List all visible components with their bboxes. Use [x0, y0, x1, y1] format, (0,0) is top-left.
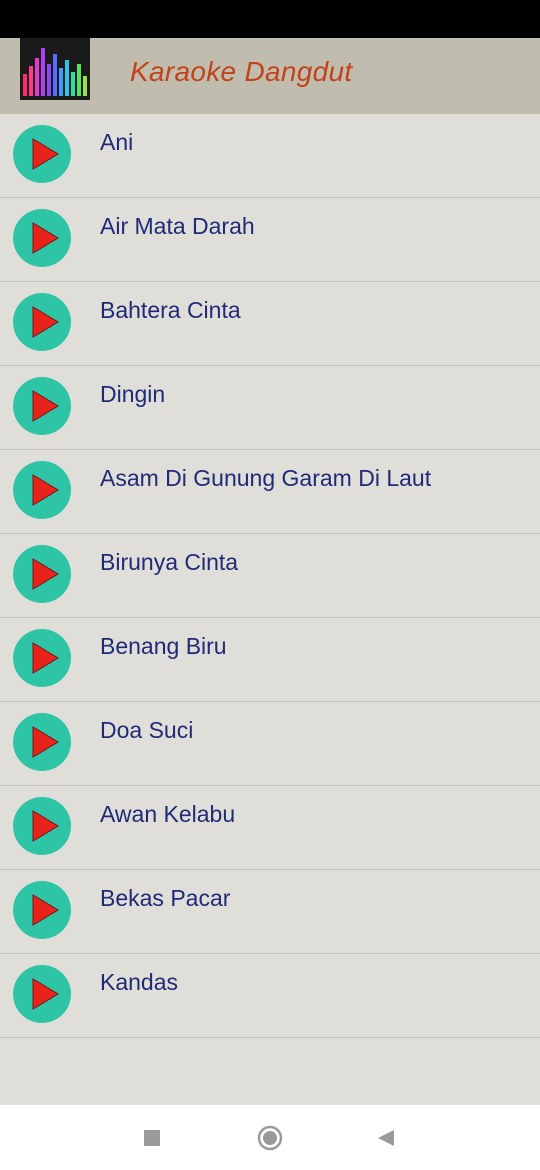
- song-title: Bahtera Cinta: [100, 297, 241, 323]
- play-icon[interactable]: [13, 293, 71, 351]
- play-icon[interactable]: [13, 125, 71, 183]
- play-icon[interactable]: [13, 713, 71, 771]
- song-title: Air Mata Darah: [100, 213, 255, 239]
- song-title: Asam Di Gunung Garam Di Laut: [100, 465, 432, 491]
- list-item[interactable]: Ani: [0, 114, 540, 198]
- square-icon: [144, 1130, 160, 1146]
- song-title: Bekas Pacar: [100, 885, 231, 911]
- list-item[interactable]: Bahtera Cinta: [0, 282, 540, 366]
- app-logo-icon: [20, 38, 90, 100]
- status-bar: [0, 0, 540, 38]
- song-title: Doa Suci: [100, 717, 194, 743]
- home-button[interactable]: [255, 1123, 285, 1153]
- song-list: Ani Air Mata Darah Bahtera Cinta Dingin …: [0, 114, 540, 1038]
- play-icon[interactable]: [13, 377, 71, 435]
- triangle-back-icon: [378, 1130, 394, 1146]
- song-title: Birunya Cinta: [100, 549, 239, 575]
- list-item[interactable]: Awan Kelabu: [0, 786, 540, 870]
- play-icon[interactable]: [13, 965, 71, 1023]
- app-bar: Karaoke Dangdut: [0, 38, 540, 114]
- list-item[interactable]: Asam Di Gunung Garam Di Laut: [0, 450, 540, 534]
- list-item[interactable]: Doa Suci: [0, 702, 540, 786]
- recent-apps-button[interactable]: [137, 1123, 167, 1153]
- play-icon[interactable]: [13, 209, 71, 267]
- list-item[interactable]: Kandas: [0, 954, 540, 1038]
- song-title: Awan Kelabu: [100, 801, 236, 827]
- song-title: Ani: [100, 129, 134, 155]
- play-icon[interactable]: [13, 461, 71, 519]
- list-item[interactable]: Bekas Pacar: [0, 870, 540, 954]
- song-title: Kandas: [100, 969, 179, 995]
- back-button[interactable]: [371, 1123, 401, 1153]
- list-item[interactable]: Air Mata Darah: [0, 198, 540, 282]
- list-item[interactable]: Birunya Cinta: [0, 534, 540, 618]
- song-title: Dingin: [100, 381, 166, 407]
- play-icon[interactable]: [13, 881, 71, 939]
- play-icon[interactable]: [13, 629, 71, 687]
- app-title: Karaoke Dangdut: [130, 56, 353, 87]
- play-icon[interactable]: [13, 545, 71, 603]
- system-nav-bar: [0, 1105, 540, 1170]
- song-title: Benang Biru: [100, 633, 227, 659]
- circle-icon: [257, 1125, 283, 1151]
- play-icon[interactable]: [13, 797, 71, 855]
- list-item[interactable]: Dingin: [0, 366, 540, 450]
- list-item[interactable]: Benang Biru: [0, 618, 540, 702]
